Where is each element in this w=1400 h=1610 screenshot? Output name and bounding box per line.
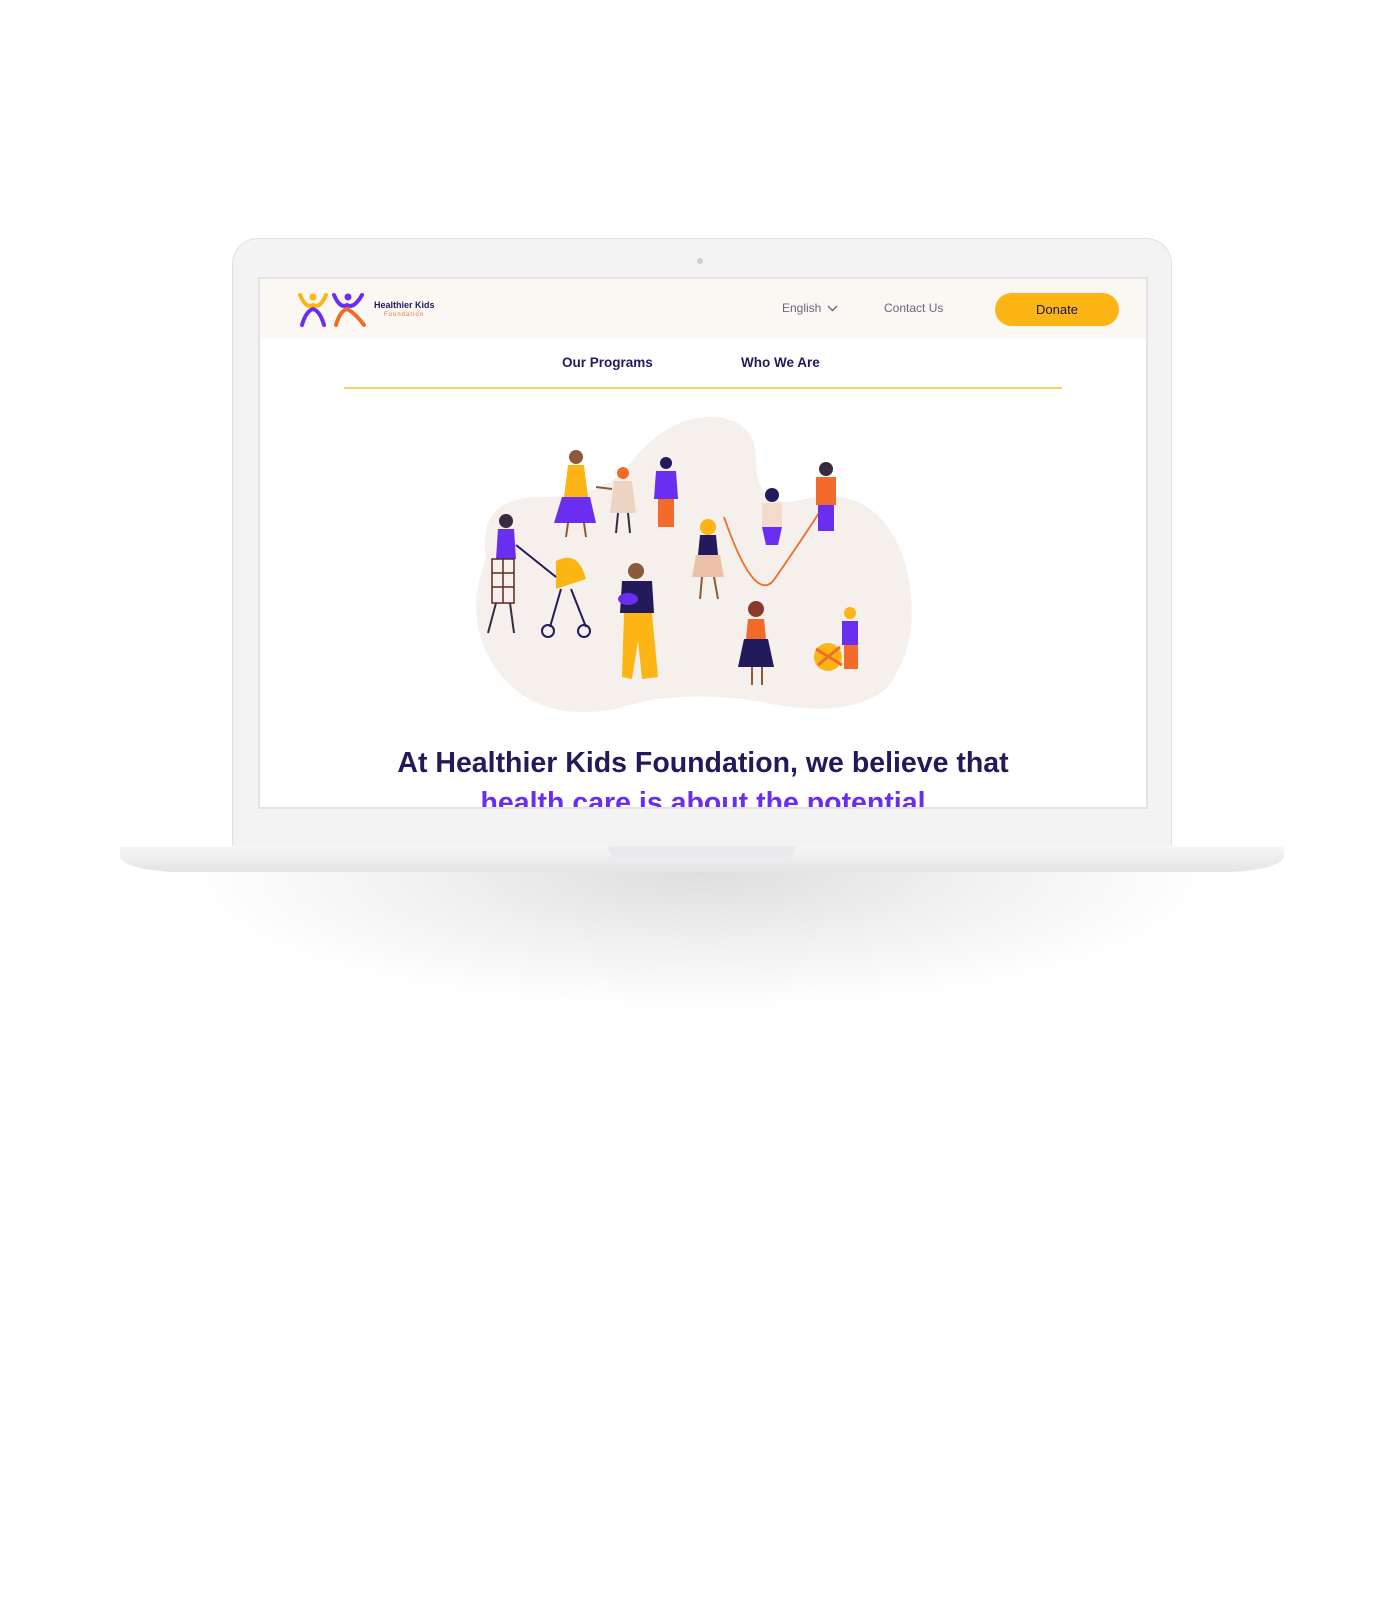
- contact-us-link[interactable]: Contact Us: [884, 301, 943, 315]
- brand-name: Healthier Kids: [374, 300, 435, 310]
- brand-subtitle: Foundation: [384, 312, 425, 318]
- donate-button[interactable]: Donate: [995, 293, 1119, 326]
- laptop-lid: Healthier Kids Foundation English Contac…: [232, 238, 1172, 848]
- chevron-down-icon: [827, 305, 838, 311]
- nav-divider: [344, 387, 1062, 389]
- main-nav: Our Programs Who We Are: [344, 339, 1062, 389]
- hero-headline-line2: health care is about the potential: [480, 787, 926, 809]
- site-header: Healthier Kids Foundation English Contac…: [260, 279, 1146, 339]
- hero-headline-line1: At Healthier Kids Foundation, we believe…: [397, 747, 1009, 779]
- healthier-kids-logo[interactable]: [296, 291, 368, 327]
- language-label: English: [782, 301, 822, 315]
- laptop-screen: Healthier Kids Foundation English Contac…: [258, 277, 1148, 809]
- nav-item-our-programs[interactable]: Our Programs: [562, 355, 653, 370]
- language-selector[interactable]: English: [782, 301, 838, 315]
- laptop-shadow: [180, 872, 1220, 1012]
- laptop-base: [120, 846, 1284, 872]
- nav-item-who-we-are[interactable]: Who We Are: [741, 355, 820, 370]
- camera-icon: [697, 258, 703, 264]
- hero-people-illustration: [476, 416, 912, 713]
- laptop-base-notch: [608, 846, 796, 858]
